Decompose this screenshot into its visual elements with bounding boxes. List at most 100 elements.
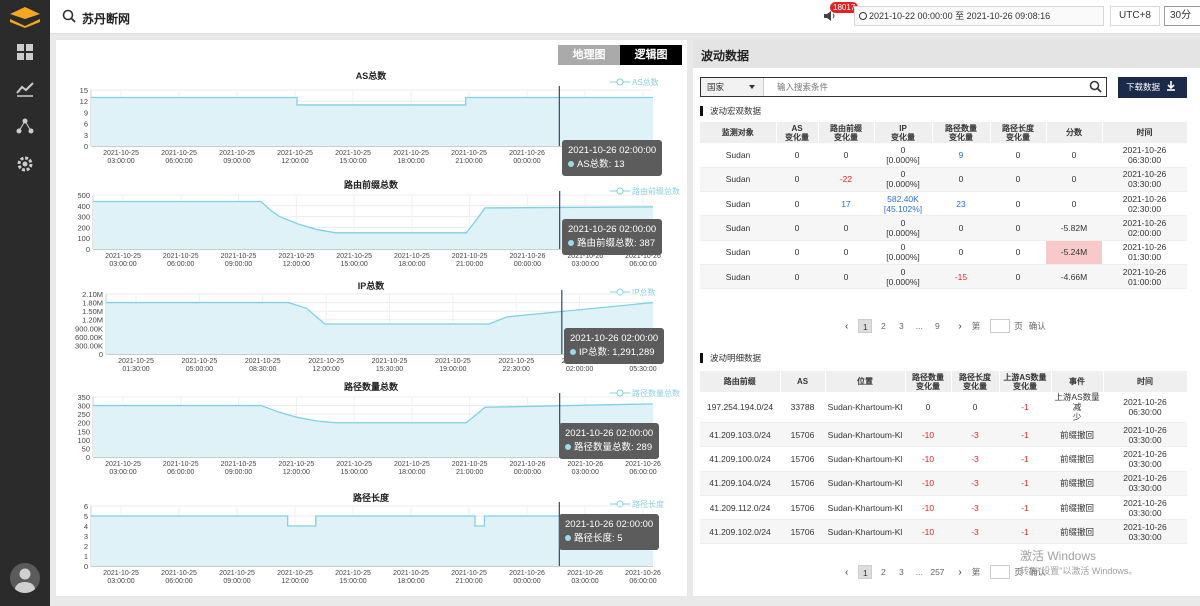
table-cell: 0 [0.000%] <box>874 143 932 168</box>
timezone-selector[interactable]: UTC+8 <box>1110 6 1160 26</box>
chart-4[interactable]: 路径数量总数 路径数量总数 350 300 250 200 150 100 50 0 2021-10… <box>56 381 687 493</box>
column-header[interactable]: 监测对象 <box>700 122 777 143</box>
page-button[interactable]: 3 <box>894 319 908 333</box>
table-row[interactable]: 41.209.104.0/24 15706 Sudan-Khartoum-Kl -10… <box>700 471 1187 496</box>
page-button[interactable]: 1 <box>858 319 873 333</box>
search-icon[interactable] <box>1089 80 1102 93</box>
table-row[interactable]: Sudan 0 0 0 [0.000%] 9 0 0 2021-10-26 06:30:00 <box>700 143 1187 168</box>
column-header[interactable]: 时间 <box>1103 371 1188 392</box>
page-button[interactable]: ... <box>912 319 926 333</box>
tooltip-value: 路径数量总数: 289 <box>565 441 653 455</box>
prev-page-button[interactable]: ‹ <box>845 567 848 578</box>
table-row[interactable]: Sudan 0 0 0 [0.000%] 0 0 -5.24M 2021-10-26 01:30:… <box>700 240 1187 265</box>
y-tick-label: 15 <box>80 86 88 95</box>
table-row[interactable]: Sudan 0 0 0 [0.000%] -15 0 -4.66M 2021-10-26 01:0… <box>700 264 1187 290</box>
y-tick-label: 0 <box>84 562 88 571</box>
legend-label[interactable]: AS总数 <box>632 77 659 87</box>
topology-icon[interactable] <box>0 111 50 141</box>
chart-5[interactable]: 路径长度 路径长度 6 5 4 3 2 1 0 2021-10-25 03:00:00 2021-10… <box>56 492 687 596</box>
table-row[interactable]: 41.209.112.0/24 15706 Sudan-Khartoum-Kl -10… <box>700 495 1187 521</box>
column-header[interactable]: 路径长度 变化量 <box>951 371 1000 392</box>
chart-1[interactable]: AS总数 AS总数 15 12 9 6 3 0 2021-10-25 03:00:00 2021-1… <box>56 70 687 178</box>
table-row[interactable]: 41.209.102.0/24 15706 Sudan-Khartoum-Kl -10… <box>700 519 1187 545</box>
table-cell: -3 <box>951 422 999 448</box>
table-cell: 2021-10-26 03:30:00 <box>1103 471 1187 496</box>
settings-icon[interactable] <box>0 149 50 179</box>
tooltip-value: AS总数: 13 <box>568 158 656 172</box>
chart-3[interactable]: IP总数 IP总数 2.10M 1.80M 1.50M 1.20M 900.00K 600.0… <box>56 280 687 384</box>
table-cell: -1 <box>999 422 1051 448</box>
page-jump-input[interactable] <box>990 565 1011 579</box>
next-page-button[interactable]: › <box>958 321 961 332</box>
column-header[interactable]: 事件 <box>1051 371 1104 392</box>
x-tick-label: 2021-10-25 <box>163 253 199 260</box>
table-cell: -1 <box>999 471 1051 496</box>
column-header[interactable]: 路由前缀 变化量 <box>818 122 875 143</box>
column-header[interactable]: IP 变化量 <box>874 122 933 143</box>
column-header[interactable]: 位置 <box>825 371 906 392</box>
column-header[interactable]: 路径长度 变化量 <box>990 122 1047 143</box>
tooltip-value: 路由前缀总数: 387 <box>568 237 656 251</box>
table-cell: 0 <box>818 264 874 290</box>
macro-table: 监测对象 AS 变化量 路由前缀 变化量 IP 变化量 路径数量 变化量 路径长度 变化量 分数 时间 … <box>700 122 1188 290</box>
table-row[interactable]: 197.254.194.0/24 33788 Sudan-Khartoum-Kl 0 0… <box>700 392 1187 423</box>
interval-select[interactable]: 30分 <box>1164 6 1200 26</box>
x-tick-label: 06:00:00 <box>167 261 194 268</box>
x-tick-label: 2021-10-25 <box>308 358 344 365</box>
page-button[interactable]: 257 <box>930 565 944 579</box>
chart-icon[interactable] <box>0 74 50 104</box>
table-cell: -10 <box>905 471 951 496</box>
next-page-button[interactable]: › <box>958 567 961 578</box>
tooltip-time: 2021-10-26 02:00:00 <box>570 333 659 344</box>
dashboard-icon[interactable] <box>0 37 50 67</box>
sidebar <box>0 0 50 606</box>
page-button[interactable]: 3 <box>894 565 908 579</box>
column-header[interactable]: AS 变化量 <box>776 122 819 143</box>
x-tick-label: 2021-10-25 <box>161 570 197 577</box>
table-row[interactable]: 41.209.103.0/24 15706 Sudan-Khartoum-Kl -10… <box>700 422 1187 448</box>
download-button[interactable]: 下载数据 <box>1118 77 1187 98</box>
table-row[interactable]: Sudan 0 0 0 [0.000%] 0 0 -5.82M 2021-10-26 02:00:… <box>700 215 1187 241</box>
interval-value: 30分 <box>1170 10 1192 21</box>
column-header[interactable]: 上游AS数量 变化量 <box>999 371 1052 392</box>
country-select[interactable]: 国家 <box>701 78 764 96</box>
chart-2[interactable]: 路由前缀总数 路由前缀总数 500 400 300 200 100 0 2021-10-25 03… <box>56 179 687 283</box>
column-header[interactable]: 时间 <box>1102 122 1188 143</box>
column-header[interactable]: 路由前缀 <box>700 371 781 392</box>
chart-tooltip: 2021-10-26 02:00:00 路径长度: 5 <box>559 514 660 550</box>
table-row[interactable]: Sudan 0 -22 0 [0.000%] 0 0 0 2021-10-26 03:30:00 <box>700 167 1187 193</box>
table-cell: 0 <box>818 240 874 265</box>
x-tick-label: 03:00:00 <box>571 578 598 585</box>
chart-panel: 地理图 逻辑图 AS总数 AS总数 15 12 9 6 3 0 2021-10-25 03:00:… <box>56 40 687 596</box>
column-header[interactable]: 路径数量 变化量 <box>932 122 991 143</box>
table-cell: 41.209.104.0/24 <box>700 471 780 496</box>
search-input[interactable] <box>777 78 1077 96</box>
table-row[interactable]: 41.209.100.0/24 15706 Sudan-Khartoum-Kl -10… <box>700 446 1187 472</box>
confirm-button[interactable]: 确认 <box>1029 320 1046 332</box>
legend-label[interactable]: 路径长度 <box>632 499 664 509</box>
page-button[interactable]: ... <box>912 565 926 579</box>
table-row[interactable]: Sudan 0 17 582.40K [45.102%] 23 0 0 2021-10-26 02… <box>700 191 1187 217</box>
x-tick-label: 2021-10-25 <box>103 570 139 577</box>
prev-page-button[interactable]: ‹ <box>845 321 848 332</box>
tab-logic-map[interactable]: 逻辑图 <box>620 45 682 65</box>
legend-label[interactable]: IP总数 <box>632 287 656 297</box>
user-avatar[interactable] <box>10 563 40 593</box>
column-header[interactable]: AS <box>780 371 826 392</box>
x-tick-label: 2021-10-26 <box>625 461 661 468</box>
page-button[interactable]: 2 <box>876 319 890 333</box>
search-icon[interactable] <box>62 9 76 23</box>
table-cell: 0 <box>818 143 874 168</box>
table-cell: 0 <box>990 215 1046 241</box>
date-range-picker[interactable]: 2021-10-22 00:00:00 至 2021-10-26 09:08:1… <box>854 6 1104 26</box>
x-tick-label: 00:00:00 <box>513 158 540 165</box>
activation-watermark: 激活 Windows <box>1020 549 1097 563</box>
page-jump-input[interactable] <box>990 319 1011 333</box>
page-button[interactable]: 9 <box>930 319 944 333</box>
column-header[interactable]: 路径数量 变化量 <box>905 371 952 392</box>
column-header[interactable]: 分数 <box>1046 122 1103 143</box>
page-button[interactable]: 2 <box>876 565 890 579</box>
tab-geo-map[interactable]: 地理图 <box>558 45 620 65</box>
chart-tooltip: 2021-10-26 02:00:00 IP总数: 1,291,289 <box>564 328 665 364</box>
page-button[interactable]: 1 <box>858 565 873 579</box>
